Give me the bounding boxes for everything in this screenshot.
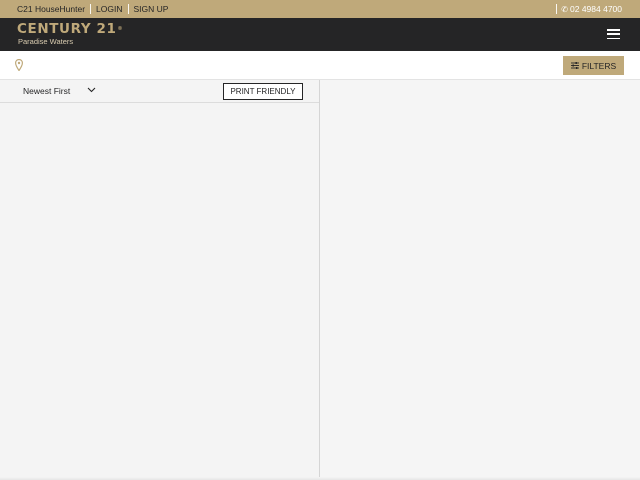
divider [90,4,92,14]
sort-dropdown[interactable]: Newest First [23,86,99,98]
divider [127,4,129,14]
filters-label: FILTERS [581,60,617,71]
phone-link[interactable]: ✆ 02 4984 4700 [551,0,622,18]
hamburger-menu-icon[interactable] [607,29,620,40]
divider [556,4,558,14]
registered-mark: ® [117,26,124,32]
listings-panel: Newest First PRINT FRIENDLY [0,80,320,480]
chevron-down-icon [87,87,96,93]
map-pin-icon[interactable] [15,59,23,71]
office-name: Paradise Waters [18,37,74,46]
brand-name: CENTURY 21® [17,22,123,37]
sliders-icon [570,62,579,69]
map-panel[interactable] [320,80,640,480]
brand-name-text: CENTURY 21 [17,21,117,37]
sort-value: Newest First [23,86,71,96]
househunter-link[interactable]: C21 HouseHunter [17,4,85,14]
print-friendly-button[interactable]: PRINT FRIENDLY [223,83,303,100]
search-bar: FILTERS [0,51,640,80]
filters-button[interactable]: FILTERS [563,56,624,75]
listings-toolbar: Newest First PRINT FRIENDLY [0,80,319,103]
phone-icon: ✆ [561,4,568,14]
signup-link[interactable]: SIGN UP [134,4,169,14]
brand-logo[interactable]: CENTURY 21® Paradise Waters [17,22,123,47]
account-links: C21 HouseHunter LOGIN SIGN UP [17,4,168,14]
top-utility-bar: C21 HouseHunter LOGIN SIGN UP ✆ 02 4984 … [0,0,640,18]
phone-number: 02 4984 4700 [570,4,622,14]
site-header: CENTURY 21® Paradise Waters [0,18,640,51]
login-link[interactable]: LOGIN [96,4,122,14]
